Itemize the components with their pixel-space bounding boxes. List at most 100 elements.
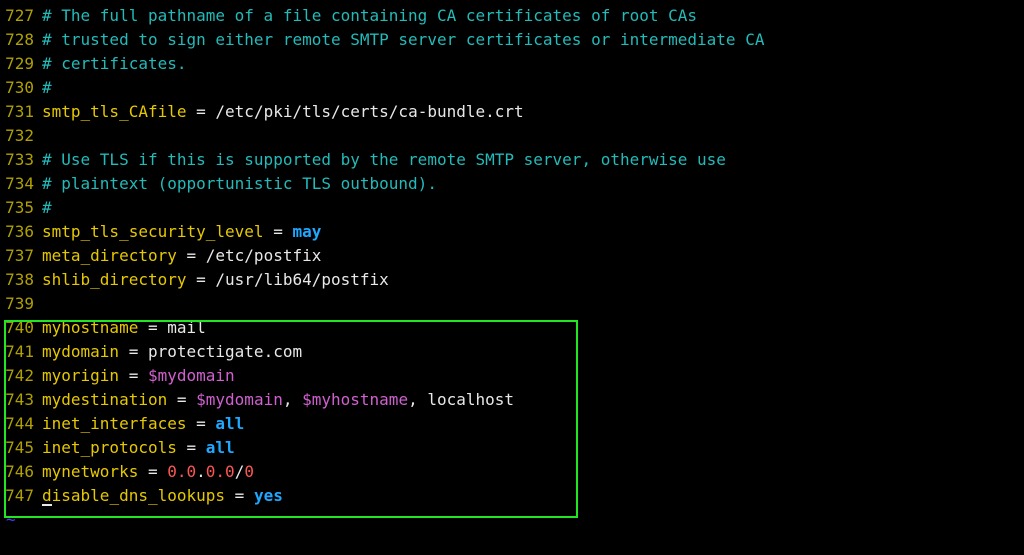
- line-number: 729: [0, 52, 42, 76]
- line-content[interactable]: # The full pathname of a file containing…: [42, 4, 1024, 28]
- token: /: [235, 462, 245, 481]
- line-number: 731: [0, 100, 42, 124]
- code-line[interactable]: 728# trusted to sign either remote SMTP …: [0, 28, 1024, 52]
- token: myhostname: [42, 318, 138, 337]
- token: isable_dns_lookups: [52, 486, 225, 505]
- code-line[interactable]: 744inet_interfaces = all: [0, 412, 1024, 436]
- token: smtp_tls_security_level: [42, 222, 264, 241]
- token: may: [292, 222, 321, 241]
- line-content[interactable]: #: [42, 196, 1024, 220]
- token: /usr/lib64/postfix: [215, 270, 388, 289]
- end-of-buffer-tilde: ~: [0, 508, 1024, 532]
- code-line[interactable]: 733# Use TLS if this is supported by the…: [0, 148, 1024, 172]
- code-line[interactable]: 742myorigin = $mydomain: [0, 364, 1024, 388]
- token: =: [225, 486, 254, 505]
- line-content[interactable]: # Use TLS if this is supported by the re…: [42, 148, 1024, 172]
- line-number: 737: [0, 244, 42, 268]
- line-content[interactable]: mynetworks = 0.0.0.0/0: [42, 460, 1024, 484]
- token: #: [42, 78, 52, 97]
- line-number: 745: [0, 436, 42, 460]
- token: myorigin: [42, 366, 119, 385]
- line-number: 735: [0, 196, 42, 220]
- line-number: 727: [0, 4, 42, 28]
- line-content[interactable]: smtp_tls_CAfile = /etc/pki/tls/certs/ca-…: [42, 100, 1024, 124]
- token: =: [177, 438, 206, 457]
- token: smtp_tls_CAfile: [42, 102, 187, 121]
- editor-viewport[interactable]: 727# The full pathname of a file contain…: [0, 4, 1024, 532]
- code-line[interactable]: 738shlib_directory = /usr/lib64/postfix: [0, 268, 1024, 292]
- token: yes: [254, 486, 283, 505]
- token: mydestination: [42, 390, 167, 409]
- token: 0.0: [206, 462, 235, 481]
- code-line[interactable]: 741mydomain = protectigate.com: [0, 340, 1024, 364]
- line-content[interactable]: mydomain = protectigate.com: [42, 340, 1024, 364]
- line-content[interactable]: [42, 292, 1024, 316]
- line-content[interactable]: shlib_directory = /usr/lib64/postfix: [42, 268, 1024, 292]
- line-content[interactable]: inet_interfaces = all: [42, 412, 1024, 436]
- line-number: 742: [0, 364, 42, 388]
- line-number: 743: [0, 388, 42, 412]
- line-number: 733: [0, 148, 42, 172]
- line-number: 734: [0, 172, 42, 196]
- code-line[interactable]: 739: [0, 292, 1024, 316]
- code-line[interactable]: 747disable_dns_lookups = yes: [0, 484, 1024, 508]
- token: $mydomain: [196, 390, 283, 409]
- token: /etc/postfix: [206, 246, 322, 265]
- token: =: [187, 270, 216, 289]
- token: .: [196, 462, 206, 481]
- line-number: 741: [0, 340, 42, 364]
- line-number: 728: [0, 28, 42, 52]
- token: 0.0: [167, 462, 196, 481]
- code-line[interactable]: 731smtp_tls_CAfile = /etc/pki/tls/certs/…: [0, 100, 1024, 124]
- line-content[interactable]: # plaintext (opportunistic TLS outbound)…: [42, 172, 1024, 196]
- line-content[interactable]: mydestination = $mydomain, $myhostname, …: [42, 388, 1024, 412]
- code-line[interactable]: 732: [0, 124, 1024, 148]
- token: 0: [244, 462, 254, 481]
- line-number: 744: [0, 412, 42, 436]
- code-line[interactable]: 735#: [0, 196, 1024, 220]
- code-line[interactable]: 737meta_directory = /etc/postfix: [0, 244, 1024, 268]
- code-lines: 727# The full pathname of a file contain…: [0, 4, 1024, 508]
- code-line[interactable]: 734# plaintext (opportunistic TLS outbou…: [0, 172, 1024, 196]
- line-content[interactable]: meta_directory = /etc/postfix: [42, 244, 1024, 268]
- token: all: [215, 414, 244, 433]
- code-line[interactable]: 727# The full pathname of a file contain…: [0, 4, 1024, 28]
- line-content[interactable]: smtp_tls_security_level = may: [42, 220, 1024, 244]
- token: inet_interfaces: [42, 414, 187, 433]
- token: $mydomain: [148, 366, 235, 385]
- token: protectigate.com: [148, 342, 302, 361]
- token: inet_protocols: [42, 438, 177, 457]
- line-content[interactable]: myorigin = $mydomain: [42, 364, 1024, 388]
- token: /etc/pki/tls/certs/ca-bundle.crt: [215, 102, 523, 121]
- code-line[interactable]: 746mynetworks = 0.0.0.0/0: [0, 460, 1024, 484]
- token: =: [138, 462, 167, 481]
- token: ,: [283, 390, 302, 409]
- token: =: [177, 246, 206, 265]
- code-line[interactable]: 729# certificates.: [0, 52, 1024, 76]
- line-content[interactable]: #: [42, 76, 1024, 100]
- token: $myhostname: [302, 390, 408, 409]
- token: meta_directory: [42, 246, 177, 265]
- cursor: d: [42, 484, 52, 508]
- token: =: [187, 414, 216, 433]
- line-content[interactable]: # certificates.: [42, 52, 1024, 76]
- line-content[interactable]: myhostname = mail: [42, 316, 1024, 340]
- code-line[interactable]: 736smtp_tls_security_level = may: [0, 220, 1024, 244]
- token: mydomain: [42, 342, 119, 361]
- line-content[interactable]: # trusted to sign either remote SMTP ser…: [42, 28, 1024, 52]
- code-line[interactable]: 743mydestination = $mydomain, $myhostnam…: [0, 388, 1024, 412]
- token: =: [119, 366, 148, 385]
- code-line[interactable]: 730#: [0, 76, 1024, 100]
- code-line[interactable]: 745inet_protocols = all: [0, 436, 1024, 460]
- token: , localhost: [408, 390, 514, 409]
- line-content[interactable]: [42, 124, 1024, 148]
- line-number: 746: [0, 460, 42, 484]
- token: # plaintext (opportunistic TLS outbound)…: [42, 174, 437, 193]
- line-content[interactable]: inet_protocols = all: [42, 436, 1024, 460]
- line-content[interactable]: disable_dns_lookups = yes: [42, 484, 1024, 508]
- token: =: [264, 222, 293, 241]
- code-line[interactable]: 740myhostname = mail: [0, 316, 1024, 340]
- token: # The full pathname of a file containing…: [42, 6, 697, 25]
- token: mail: [167, 318, 206, 337]
- token: =: [167, 390, 196, 409]
